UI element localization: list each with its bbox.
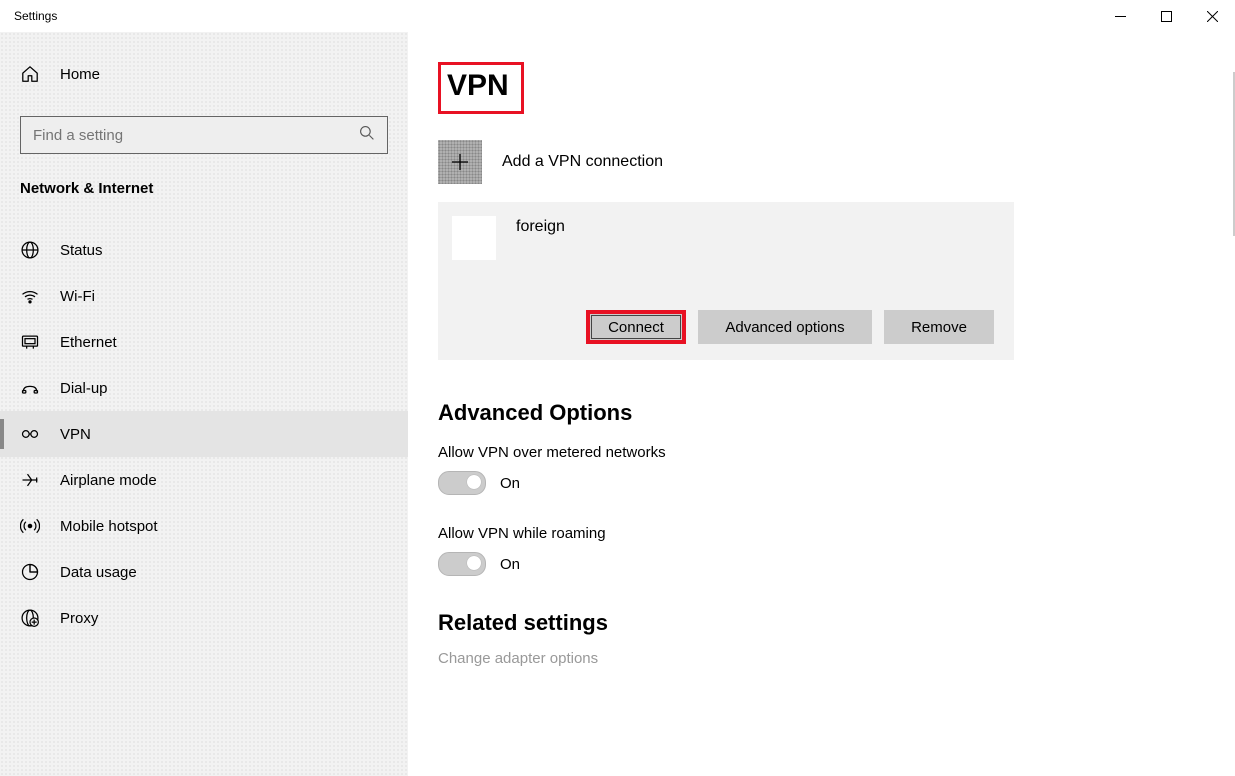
metered-networks-state: On bbox=[500, 475, 520, 492]
status-icon bbox=[20, 240, 40, 260]
sidebar-item-vpn[interactable]: VPN bbox=[0, 411, 408, 457]
metered-networks-toggle[interactable] bbox=[438, 471, 486, 495]
advanced-options-button[interactable]: Advanced options bbox=[698, 310, 872, 344]
home-icon bbox=[20, 65, 40, 83]
sidebar-item-label: Mobile hotspot bbox=[60, 518, 158, 535]
add-vpn-label: Add a VPN connection bbox=[502, 153, 663, 171]
ethernet-icon bbox=[20, 332, 40, 352]
sidebar-item-datausage[interactable]: Data usage bbox=[0, 549, 408, 595]
home-label: Home bbox=[60, 66, 100, 83]
data-usage-icon bbox=[20, 562, 40, 582]
search-field[interactable] bbox=[31, 126, 349, 145]
sidebar-item-label: Wi-Fi bbox=[60, 288, 95, 305]
sidebar-item-ethernet[interactable]: Ethernet bbox=[0, 319, 408, 365]
window-title: Settings bbox=[0, 9, 57, 23]
roaming-state: On bbox=[500, 556, 520, 573]
dialup-icon bbox=[20, 378, 40, 398]
search-input[interactable] bbox=[20, 116, 388, 154]
sidebar-item-hotspot[interactable]: Mobile hotspot bbox=[0, 503, 408, 549]
search-icon bbox=[357, 125, 377, 146]
titlebar: Settings bbox=[0, 0, 1235, 32]
proxy-icon bbox=[20, 608, 40, 628]
connection-icon bbox=[452, 216, 496, 260]
wifi-icon bbox=[20, 286, 40, 306]
add-vpn-button[interactable]: Add a VPN connection bbox=[438, 140, 1205, 184]
related-settings-heading: Related settings bbox=[438, 610, 1205, 636]
sidebar-item-label: Data usage bbox=[60, 564, 137, 581]
roaming-toggle[interactable] bbox=[438, 552, 486, 576]
vpn-icon bbox=[20, 424, 40, 444]
connect-button[interactable]: Connect bbox=[586, 310, 686, 344]
page-title: VPN bbox=[438, 62, 524, 114]
sidebar-item-label: Status bbox=[60, 242, 103, 259]
hotspot-icon bbox=[20, 516, 40, 536]
vpn-connection-item[interactable]: foreign Connect Advanced options Remove bbox=[438, 202, 1014, 360]
sidebar-item-label: Proxy bbox=[60, 610, 98, 627]
sidebar-item-status[interactable]: Status bbox=[0, 227, 408, 273]
sidebar-item-airplane[interactable]: Airplane mode bbox=[0, 457, 408, 503]
sidebar: Home Network & Internet Status bbox=[0, 32, 408, 776]
category-label: Network & Internet bbox=[0, 180, 408, 197]
minimize-button[interactable] bbox=[1097, 0, 1143, 32]
sidebar-item-label: Ethernet bbox=[60, 334, 117, 351]
sidebar-item-dialup[interactable]: Dial-up bbox=[0, 365, 408, 411]
toggle-knob bbox=[467, 556, 481, 570]
home-button[interactable]: Home bbox=[0, 52, 408, 96]
toggle-knob bbox=[467, 475, 481, 489]
metered-networks-label: Allow VPN over metered networks bbox=[438, 444, 1205, 461]
advanced-options-heading: Advanced Options bbox=[438, 400, 1205, 426]
plus-icon bbox=[438, 140, 482, 184]
change-adapter-link[interactable]: Change adapter options bbox=[438, 650, 1205, 667]
airplane-icon bbox=[20, 470, 40, 490]
sidebar-item-proxy[interactable]: Proxy bbox=[0, 595, 408, 641]
sidebar-item-label: VPN bbox=[60, 426, 91, 443]
sidebar-item-wifi[interactable]: Wi-Fi bbox=[0, 273, 408, 319]
connection-name: foreign bbox=[516, 216, 565, 236]
main-content: VPN Add a VPN connection foreign Connect… bbox=[408, 32, 1235, 776]
sidebar-item-label: Dial-up bbox=[60, 380, 108, 397]
sidebar-item-label: Airplane mode bbox=[60, 472, 157, 489]
remove-button[interactable]: Remove bbox=[884, 310, 994, 344]
maximize-button[interactable] bbox=[1143, 0, 1189, 32]
close-button[interactable] bbox=[1189, 0, 1235, 32]
roaming-label: Allow VPN while roaming bbox=[438, 525, 1205, 542]
